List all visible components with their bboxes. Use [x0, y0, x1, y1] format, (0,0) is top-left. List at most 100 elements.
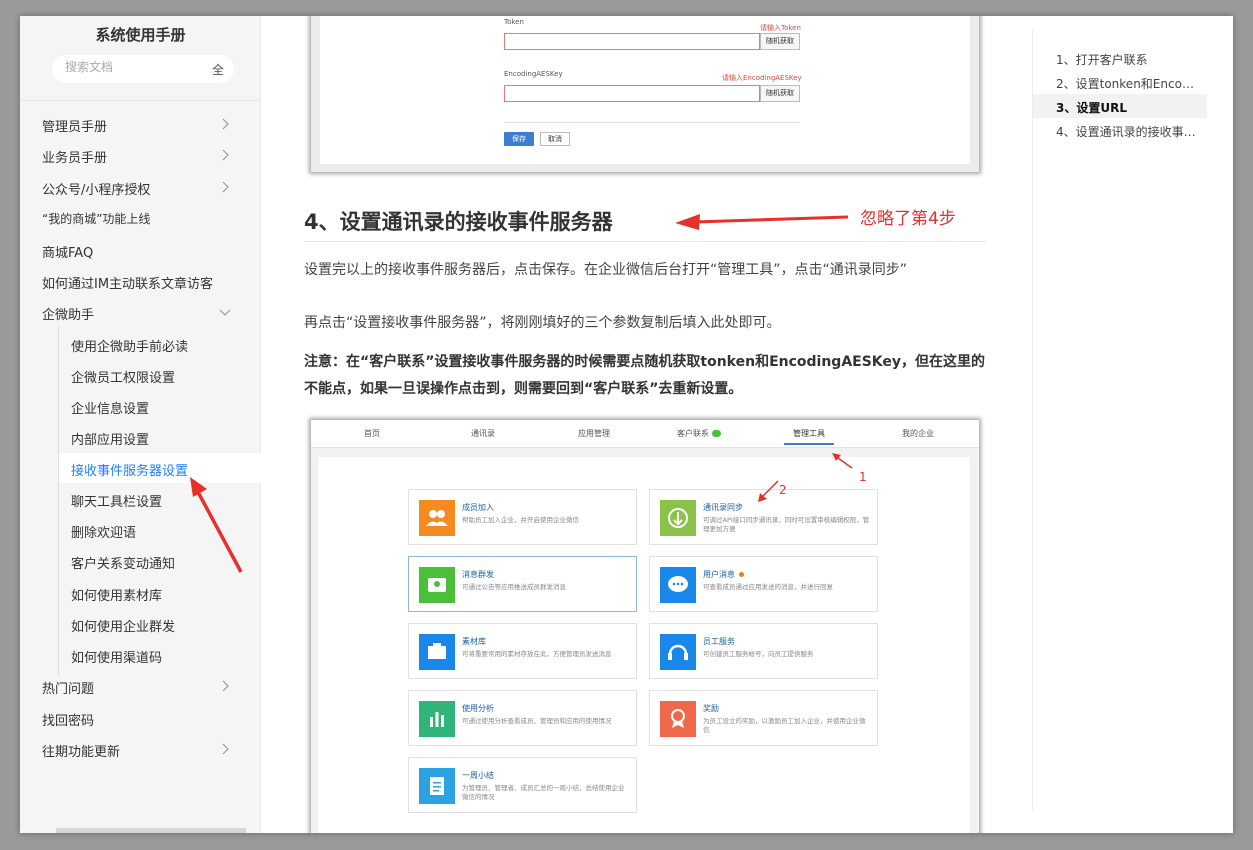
sidebar-item-im-contact[interactable]: 如何通过IM主动联系文章访客	[20, 266, 261, 296]
sidebar-divider	[20, 100, 261, 101]
sidebar-subitem-label: 企业信息设置	[71, 402, 150, 417]
tool-card-title: 员工服务	[703, 637, 735, 646]
sidebar-item-label: 商城FAQ	[42, 246, 94, 261]
sidebar-subitem-label: 企微员工权限设置	[71, 371, 176, 386]
admin-tabs: 首页 通讯录 应用管理 客户联系 管理工具 我的企业	[311, 420, 979, 448]
search-box[interactable]: 全	[52, 55, 234, 83]
aes-input	[504, 85, 760, 102]
tool-card: 员工服务 可创建员工服务帐号，向员工提供服务	[649, 623, 878, 679]
tool-card-desc: 为员工设立的奖励，以激励员工加入企业，并使用企业微信	[703, 717, 866, 734]
toc-item-label: 3、设置URL	[1056, 101, 1127, 115]
sidebar-item-admin-manual[interactable]: 管理员手册	[20, 109, 261, 139]
active-tab-underline	[784, 443, 834, 445]
form-save-button: 保存	[504, 132, 534, 146]
toc-item-active[interactable]: 3、设置URL	[1033, 94, 1207, 118]
step-marker-2: 2	[779, 483, 787, 497]
tool-card-desc: 可查看成员通过应用发送的消息，并进行回复	[703, 583, 833, 591]
tool-card-desc: 可将重要常用的素材存放在此，方便管理员发送消息	[462, 650, 612, 658]
form-cancel-button: 取消	[540, 132, 570, 146]
sidebar-subitem[interactable]: 使用企微助手前必读	[59, 329, 261, 359]
tool-card-title: 使用分析	[462, 704, 494, 713]
sidebar-item-mall-faq[interactable]: 商城FAQ	[20, 235, 261, 265]
chat-icon	[660, 567, 696, 603]
sidebar-item-label: 热门问题	[42, 682, 95, 697]
sidebar-subitem[interactable]: 如何使用素材库	[59, 578, 261, 608]
token-random-button: 随机获取	[760, 33, 800, 50]
sidebar-subitem[interactable]: 内部应用设置	[59, 422, 261, 452]
form-divider	[504, 122, 800, 123]
sidebar-item-label: 如何通过IM主动联系文章访客	[42, 277, 214, 292]
sidebar-subitem[interactable]: 删除欢迎语	[59, 515, 261, 545]
sidebar-item-authorization[interactable]: 公众号/小程序授权	[20, 172, 261, 202]
admin-tab: 首页	[364, 429, 380, 438]
headset-icon	[660, 634, 696, 670]
sidebar-item-sales-manual[interactable]: 业务员手册	[20, 140, 261, 170]
sidebar-subitem[interactable]: 如何使用渠道码	[59, 640, 261, 670]
tool-card-title: 通讯录同步	[703, 503, 743, 512]
sidebar-subitem-label: 如何使用渠道码	[71, 651, 163, 666]
tool-card-title: 消息群发	[462, 570, 494, 579]
sidebar-item-label: 管理员手册	[42, 120, 108, 135]
sidebar-item-my-mall[interactable]: “我的商城”功能上线	[20, 203, 261, 233]
search-input[interactable]	[65, 60, 195, 74]
chevron-right-icon	[222, 743, 229, 755]
paragraph-1: 设置完以上的接收事件服务器后，点击保存。在企业微信后台打开“管理工具”，点击“通…	[304, 262, 908, 278]
sidebar-subitem[interactable]: 客户关系变动通知	[59, 546, 261, 576]
doc-window: 系统使用手册 全 管理员手册 业务员手册 公众号/小程序授权 “我的商城”功能上…	[20, 16, 1233, 833]
sidebar-subitem-label: 接收事件服务器设置	[71, 464, 189, 479]
sidebar-subitem[interactable]: 企业信息设置	[59, 391, 261, 421]
form-screenshot-body: Token 请输入Token 随机获取 EncodingAESKey 请输入En…	[320, 16, 970, 164]
sidebar-item-label: 往期功能更新	[42, 745, 121, 760]
sync-icon	[660, 500, 696, 536]
library-icon	[419, 634, 455, 670]
sidebar-item-label: 公众号/小程序授权	[42, 183, 151, 198]
sidebar-item-wecom-assistant[interactable]: 企微助手	[20, 297, 261, 327]
admin-tab: 通讯录	[471, 429, 495, 438]
admin-screenshot: 首页 通讯录 应用管理 客户联系 管理工具 我的企业 成员加入 帮助员工加入企业…	[311, 420, 979, 833]
tool-card-desc: 可创建员工服务帐号，向员工提供服务	[703, 650, 814, 658]
members-icon	[419, 500, 455, 536]
tool-card: 一周小结 为管理员、管理者、成员汇总的一周小结，总结使用企业微信的情况	[408, 757, 637, 813]
paragraph-2: 再点击“设置接收事件服务器”，将刚刚填好的三个参数复制后填入此处即可。	[304, 315, 781, 331]
sidebar-subitem-label: 如何使用素材库	[71, 589, 163, 604]
tool-card-desc: 可通过公告等应用推送成员群发消息	[462, 583, 566, 591]
summary-icon	[419, 768, 455, 804]
search-scope[interactable]: 全	[212, 61, 224, 78]
sidebar-item-label: 找回密码	[42, 714, 95, 729]
sidebar-scrollbar[interactable]	[56, 828, 246, 833]
tool-card-title: 用户消息	[703, 570, 735, 579]
admin-tab: 我的企业	[902, 429, 934, 438]
tool-card-title: 素材库	[462, 637, 486, 646]
section-heading: 4、设置通讯录的接收事件服务器	[304, 210, 613, 234]
sidebar-subitem-label: 客户关系变动通知	[71, 557, 176, 572]
chevron-right-icon	[222, 149, 229, 161]
toc-item[interactable]: 4、设置通讯录的接收事件服务器	[1033, 118, 1207, 142]
sidebar-subitem-active[interactable]: 接收事件服务器设置	[59, 453, 261, 483]
broadcast-icon	[419, 567, 455, 603]
tool-card: 用户消息 可查看成员通过应用发送的消息，并进行回复	[649, 556, 878, 612]
sidebar-subitem[interactable]: 聊天工具栏设置	[59, 484, 261, 514]
toc-item-label: 1、打开客户联系	[1056, 53, 1148, 67]
form-screenshot: Token 请输入Token 随机获取 EncodingAESKey 请输入En…	[311, 16, 979, 172]
table-of-contents: 1、打开客户联系 2、设置tonken和EncodingAESKey 3、设置U…	[1032, 30, 1207, 810]
sidebar-title: 系统使用手册	[95, 26, 186, 44]
notification-dot-icon	[739, 572, 744, 577]
toc-item[interactable]: 2、设置tonken和EncodingAESKey	[1033, 70, 1207, 94]
sidebar-subitem[interactable]: 企微员工权限设置	[59, 360, 261, 390]
sidebar-item-past-updates[interactable]: 往期功能更新	[20, 734, 261, 764]
sidebar-subitem-label: 删除欢迎语	[71, 526, 137, 541]
sidebar-subitem[interactable]: 如何使用企业群发	[59, 609, 261, 639]
chevron-down-icon	[219, 309, 231, 316]
admin-tab-label: 客户联系	[677, 429, 709, 438]
step-marker-1: 1	[859, 470, 867, 484]
aes-hint: 请输入EncodingAESKey	[722, 74, 802, 82]
tool-card-title: 奖励	[703, 704, 719, 713]
sidebar-item-recover-password[interactable]: 找回密码	[20, 703, 261, 733]
sidebar-item-hot-questions[interactable]: 热门问题	[20, 671, 261, 701]
sidebar: 系统使用手册 全 管理员手册 业务员手册 公众号/小程序授权 “我的商城”功能上…	[20, 16, 261, 833]
sidebar-item-label: “我的商城”功能上线	[42, 212, 151, 226]
admin-tab-customer: 客户联系	[654, 428, 744, 439]
aes-random-button: 随机获取	[760, 85, 800, 102]
tool-card: 奖励 为员工设立的奖励，以激励员工加入企业，并使用企业微信	[649, 690, 878, 746]
toc-item[interactable]: 1、打开客户联系	[1033, 46, 1207, 70]
